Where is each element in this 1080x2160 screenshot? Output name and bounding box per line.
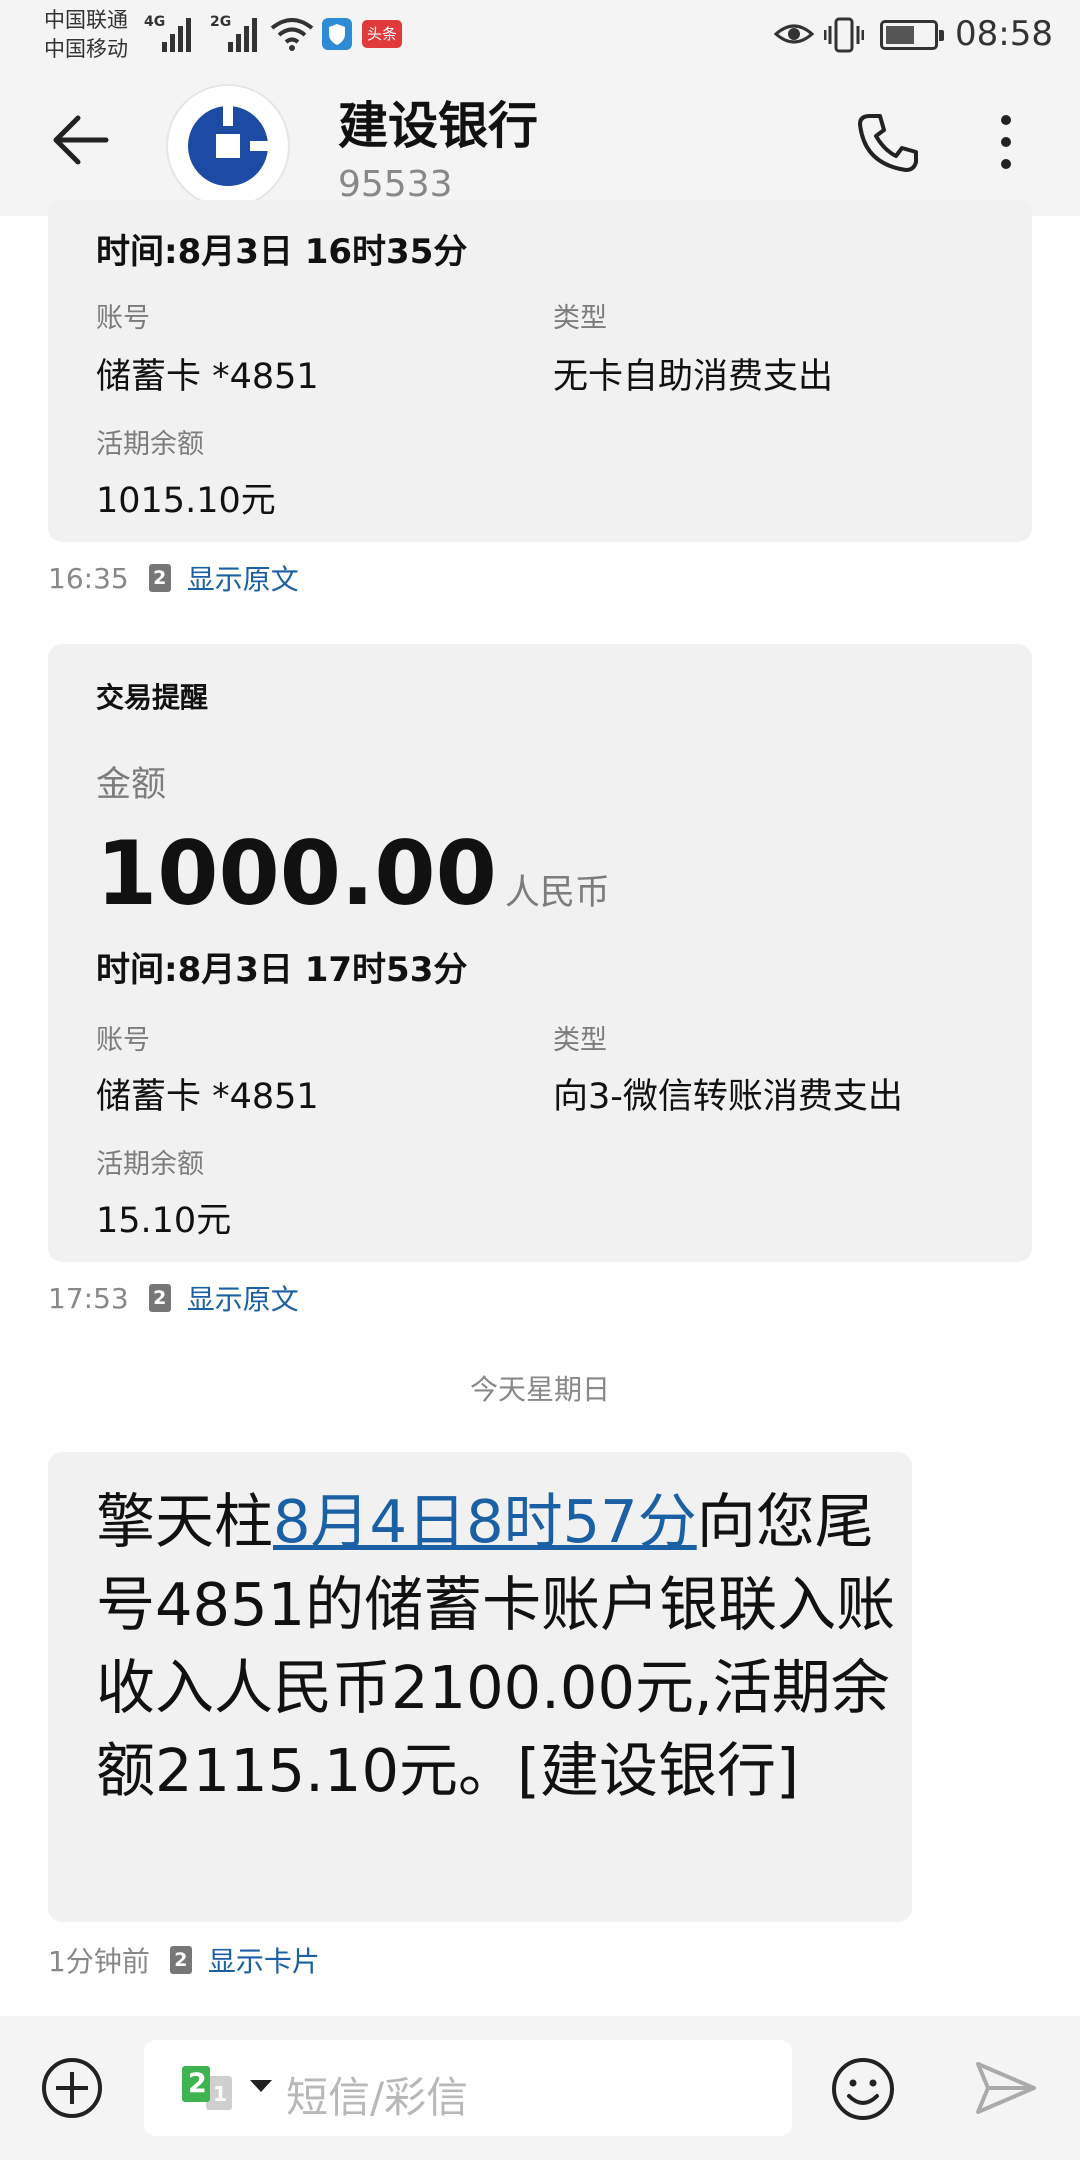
message-input[interactable]: 2 1 短信/彩信 — [144, 2040, 792, 2136]
sms-bubble[interactable]: 擎天柱8月4日8时57分向您尾号4851的储蓄卡账户银联入账收入人民币2100.… — [48, 1452, 912, 1922]
type-value: 向3-微信转账消费支出 — [553, 1077, 903, 1117]
balance-value: 1015.10元 — [96, 481, 276, 521]
wifi-icon — [270, 18, 314, 51]
transaction-time: 时间:8月3日 16时35分 — [96, 232, 468, 272]
signal-1-icon — [162, 16, 191, 52]
card-heading: 交易提醒 — [96, 681, 209, 714]
vibrate-icon — [824, 17, 864, 53]
contact-number: 95533 — [338, 164, 453, 205]
transaction-card[interactable]: 交易提醒 金额 1000.00 人民币 时间:8月3日 17时53分 账号 储蓄… — [48, 644, 1032, 1262]
amount-label: 金额 — [96, 765, 167, 805]
account-label: 账号 — [96, 303, 150, 334]
composer-bar: 2 1 短信/彩信 — [0, 2016, 1080, 2160]
battery-icon — [880, 20, 944, 50]
balance-label: 活期余额 — [96, 429, 204, 460]
security-shield-icon — [322, 18, 352, 50]
more-options-icon[interactable] — [998, 112, 1014, 172]
sms-text-start: 擎天柱 — [96, 1487, 274, 1556]
toutiao-app-icon: 头条 — [362, 20, 402, 48]
amount-value: 1000.00 — [96, 822, 497, 925]
show-original-link[interactable]: 显示原文 — [187, 558, 299, 598]
transaction-card[interactable]: 时间:8月3日 16时35分 账号 储蓄卡 *4851 类型 无卡自助消费支出 … — [48, 200, 1032, 542]
send-icon[interactable] — [974, 2060, 1038, 2116]
carrier-names: 中国联通 中国移动 — [44, 6, 128, 64]
sim-card-icon: 2 — [169, 1946, 192, 1974]
sim-primary-number: 2 — [188, 2068, 207, 2099]
amount-row: 1000.00 人民币 — [96, 822, 610, 925]
account-value: 储蓄卡 *4851 — [96, 357, 319, 397]
ccb-logo-icon — [188, 106, 268, 186]
message-meta: 17:53 2 显示原文 — [48, 1278, 299, 1318]
show-card-link[interactable]: 显示卡片 — [208, 1940, 320, 1980]
sms-text: 擎天柱8月4日8时57分向您尾号4851的储蓄卡账户银联入账收入人民币2100.… — [96, 1480, 896, 1812]
contact-name: 建设银行 — [338, 97, 538, 155]
signal-2-icon — [228, 16, 257, 52]
clock: 08:58 — [955, 14, 1053, 54]
sim-card-icon: 2 — [148, 564, 171, 592]
message-meta: 1分钟前 2 显示卡片 — [48, 1940, 320, 1980]
message-timestamp: 17:53 — [48, 1281, 129, 1315]
show-original-link[interactable]: 显示原文 — [187, 1278, 299, 1318]
sim-secondary-number: 1 — [213, 2082, 227, 2106]
emoji-icon[interactable] — [830, 2056, 896, 2122]
currency-label: 人民币 — [504, 873, 610, 913]
date-time-link[interactable]: 8月4日8时57分 — [273, 1487, 697, 1556]
account-value: 储蓄卡 *4851 — [96, 1077, 319, 1117]
balance-value: 15.10元 — [96, 1201, 232, 1241]
type-label: 类型 — [553, 303, 607, 334]
back-arrow-icon[interactable] — [50, 110, 110, 170]
bank-logo-avatar[interactable] — [168, 86, 288, 206]
transaction-time: 时间:8月3日 17时53分 — [96, 950, 468, 990]
conversation-header: 建设银行 95533 — [0, 74, 1080, 216]
type-label: 类型 — [553, 1025, 607, 1056]
message-timestamp: 1分钟前 — [48, 1945, 150, 1978]
sim-selector[interactable]: 2 1 — [180, 2064, 276, 2116]
phone-call-icon[interactable] — [856, 110, 920, 174]
account-label: 账号 — [96, 1025, 150, 1056]
input-placeholder: 短信/彩信 — [286, 2073, 469, 2122]
message-meta: 16:35 2 显示原文 — [48, 558, 299, 598]
balance-label: 活期余额 — [96, 1149, 204, 1180]
carrier-2: 中国移动 — [44, 37, 128, 61]
eye-comfort-icon — [774, 24, 814, 44]
message-timestamp: 16:35 — [48, 561, 129, 595]
day-separator: 今天星期日 — [469, 1373, 610, 1406]
add-attachment-icon[interactable] — [40, 2056, 104, 2120]
status-bar: 中国联通 中国移动 4G 2G 头条 08:58 — [0, 0, 1080, 74]
carrier-1: 中国联通 — [44, 8, 128, 32]
sim-card-icon: 2 — [148, 1284, 171, 1312]
type-value: 无卡自助消费支出 — [553, 357, 834, 397]
